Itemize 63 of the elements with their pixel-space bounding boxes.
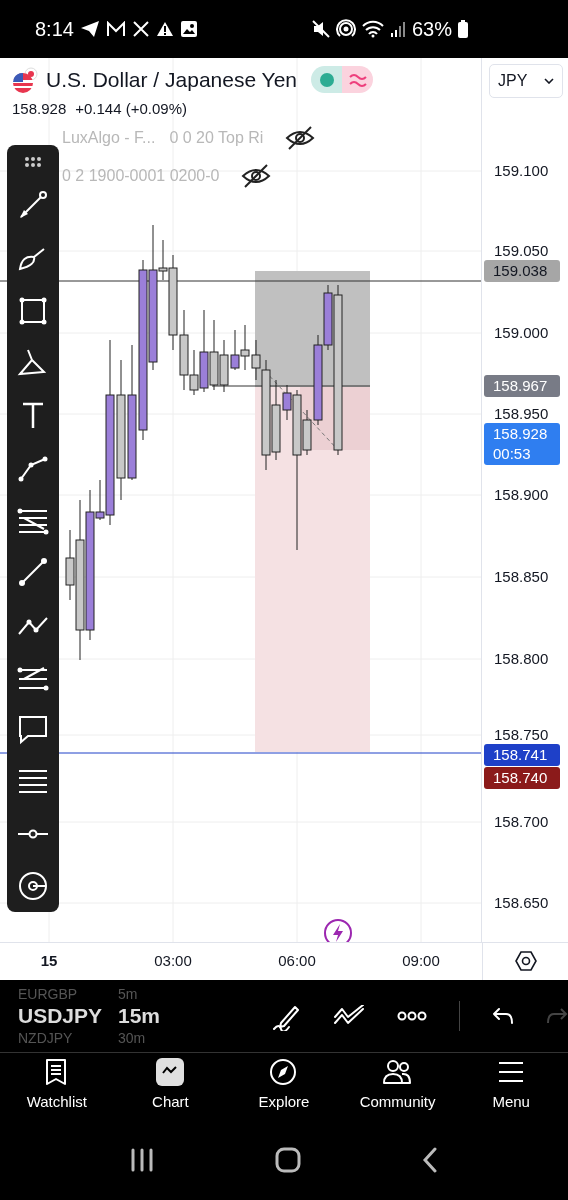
price-tick-label: 158.750 <box>494 724 549 745</box>
mail-icon <box>105 20 126 37</box>
nav-tab[interactable]: Community <box>342 1057 453 1131</box>
clock-time: 8:14 <box>35 18 74 39</box>
wave-icon <box>348 72 367 87</box>
candle <box>230 329 240 370</box>
time-label: 03:00 <box>154 952 192 970</box>
image-icon <box>179 19 198 38</box>
warning-icon <box>155 20 174 37</box>
time-label: 09:00 <box>402 952 440 970</box>
candle <box>240 324 250 370</box>
undo-icon[interactable] <box>492 1006 514 1025</box>
signal-icon <box>389 20 406 37</box>
price-tick-label: 158.850 <box>494 566 549 587</box>
send-icon <box>79 19 100 38</box>
trend-lines-icon[interactable] <box>333 1004 365 1027</box>
price-tick-label: 158.800 <box>494 648 549 669</box>
candle <box>219 339 229 392</box>
home-icon[interactable] <box>275 1147 301 1174</box>
price-tick-label: 158.950 <box>494 403 549 424</box>
price-change: +0.144 (+0.09%) <box>75 99 187 117</box>
dot-icon <box>319 72 334 87</box>
indicator-label: 0 0 20 Top Ri <box>169 128 264 147</box>
more-icon[interactable] <box>397 1010 427 1021</box>
caret-icon <box>544 77 554 84</box>
currency-dropdown[interactable]: JPY <box>489 63 563 98</box>
price-label: 158.740 <box>484 766 560 789</box>
settings-icon[interactable] <box>514 951 537 972</box>
time-label: 06:00 <box>278 952 316 970</box>
battery-percentage: 63% <box>411 18 452 39</box>
price-tick-label: 159.050 <box>494 240 549 261</box>
time-label: 15 <box>40 952 58 970</box>
nav-tab[interactable]: Explore <box>229 1057 339 1131</box>
price-label: 158.928 00:53 <box>484 422 560 465</box>
indicator-label: 0 2 1900-0001 0200-0 <box>62 166 220 185</box>
indicator-label: LuxAlgo - F... <box>62 128 156 147</box>
recent-apps-icon[interactable] <box>130 1148 155 1173</box>
flag-icon <box>12 65 40 94</box>
lightning-icon[interactable] <box>323 917 353 943</box>
back-icon[interactable] <box>421 1147 438 1174</box>
symbol-title: U.S. Dollar / Japanese Yen <box>46 67 297 92</box>
price-tick-label: 159.100 <box>494 160 549 181</box>
nav-tab[interactable]: Menu <box>456 1057 567 1131</box>
price-label: 158.741 <box>484 743 560 766</box>
wifi-icon <box>361 19 384 38</box>
price-label: 158.967 <box>484 374 560 397</box>
price-tick-label: 158.700 <box>494 811 549 832</box>
battery-icon <box>458 19 468 38</box>
mute-icon <box>311 19 330 38</box>
candle <box>209 319 219 390</box>
price-tick-label: 158.650 <box>494 892 549 913</box>
market-status-toggle[interactable] <box>311 66 373 93</box>
x-icon <box>131 19 150 38</box>
nav-tab[interactable]: Chart <box>115 1057 226 1131</box>
hotspot-icon <box>335 18 356 39</box>
price-tick-label: 158.900 <box>494 484 549 505</box>
price-tick-label: 159.000 <box>494 322 549 343</box>
nav-tab[interactable]: Watchlist <box>1 1057 112 1131</box>
price-label: 159.038 <box>484 259 560 282</box>
compass-icon <box>269 1057 299 1088</box>
chart-icon <box>155 1057 186 1088</box>
last-price: 158.928 <box>12 99 67 117</box>
symbol-interval-item[interactable]: USDJPY 15m <box>18 1002 249 1029</box>
